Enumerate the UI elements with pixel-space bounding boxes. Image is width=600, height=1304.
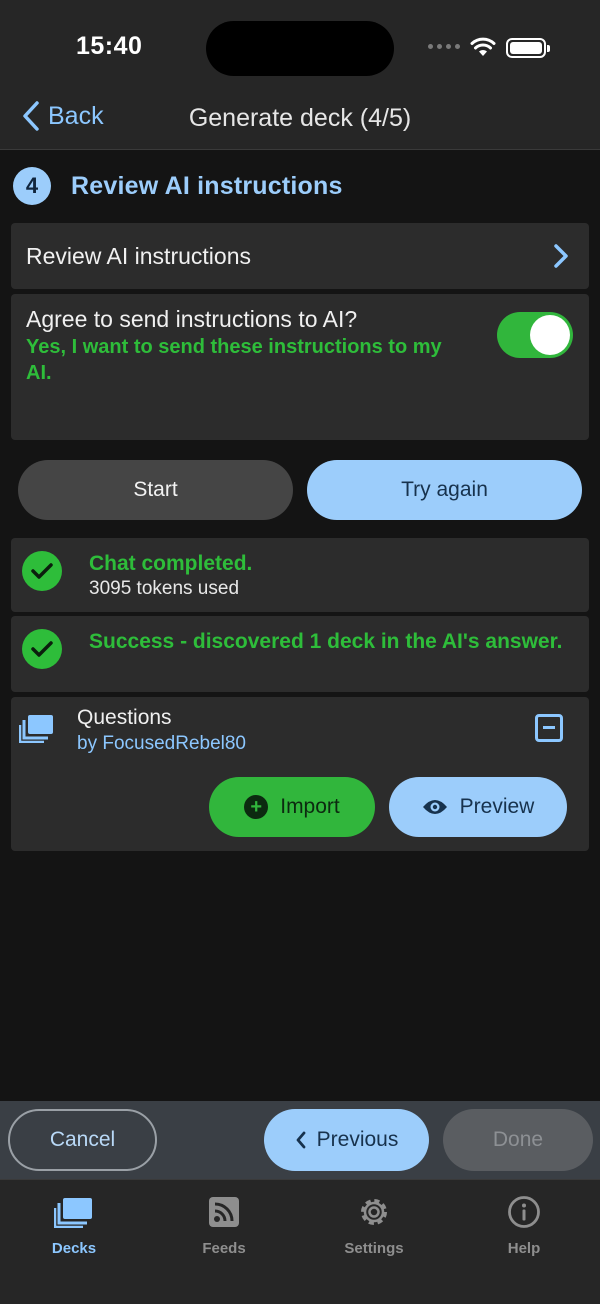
tab-help[interactable]: Help [464,1194,584,1257]
chevron-left-icon [296,1131,306,1149]
success-status-title: Success - discovered 1 deck in the AI's … [89,630,563,653]
review-instructions-label: Review AI instructions [26,243,251,269]
step-header: 4 Review AI instructions [13,167,343,205]
success-status-card: Success - discovered 1 deck in the AI's … [11,616,589,692]
page-title: Generate deck (4/5) [188,104,412,132]
tab-label: Help [507,1240,541,1257]
preview-label: Preview [459,795,535,818]
start-button[interactable]: Start [18,460,293,520]
agree-answer: Yes, I want to send these instructions t… [26,336,442,384]
deck-card: Questions by FocusedRebel80 + Import Pre… [11,697,589,851]
tab-label: Settings [344,1240,404,1257]
cancel-button[interactable]: Cancel [8,1109,157,1171]
toggle-knob [530,315,570,355]
check-circle-icon [22,629,62,669]
import-button[interactable]: + Import [209,777,375,837]
previous-label: Previous [316,1128,399,1151]
rss-icon [209,1197,239,1227]
wizard-action-bar: Cancel Previous Done [0,1101,600,1179]
check-circle-icon [22,551,62,591]
add-circle-icon: + [244,795,269,819]
tab-label: Decks [51,1240,97,1257]
step-number-badge: 4 [13,167,51,205]
deck-title: Questions [77,706,172,729]
chat-status-subtitle: 3095 tokens used [89,578,240,599]
cellular-signal-icon [428,44,460,49]
previous-button[interactable]: Previous [264,1109,429,1171]
tab-settings[interactable]: Settings [314,1194,434,1257]
chevron-right-icon [554,244,568,268]
navigation-bar: Back Generate deck (4/5) [0,96,600,150]
dynamic-island [206,21,394,76]
wifi-icon [470,37,496,56]
tab-bar: Decks Feeds Settings Help [0,1179,600,1304]
chat-status-card: Chat completed. 3095 tokens used [11,538,589,612]
status-time: 15:40 [76,32,143,60]
status-bar: 15:40 [0,0,600,96]
tab-feeds[interactable]: Feeds [164,1194,284,1257]
gear-icon [361,1199,387,1225]
review-instructions-row[interactable]: Review AI instructions [11,223,589,289]
agree-question: Agree to send instructions to AI? [26,306,358,332]
chat-status-title: Chat completed. [89,552,253,575]
eye-icon [422,800,447,814]
decks-icon [19,715,53,743]
collapse-icon[interactable] [535,714,563,742]
import-label: Import [280,795,340,818]
info-icon [508,1196,540,1228]
agree-toggle[interactable] [497,312,573,358]
deck-author-link[interactable]: by FocusedRebel80 [77,733,246,755]
tab-decks[interactable]: Decks [14,1194,134,1257]
battery-icon [506,38,550,58]
preview-button[interactable]: Preview [389,777,567,837]
done-button[interactable]: Done [443,1109,593,1171]
agree-card: Agree to send instructions to AI? Yes, I… [11,294,589,440]
try-again-button[interactable]: Try again [307,460,582,520]
step-title: Review AI instructions [71,171,343,200]
tab-label: Feeds [202,1240,246,1257]
decks-icon [54,1198,92,1228]
